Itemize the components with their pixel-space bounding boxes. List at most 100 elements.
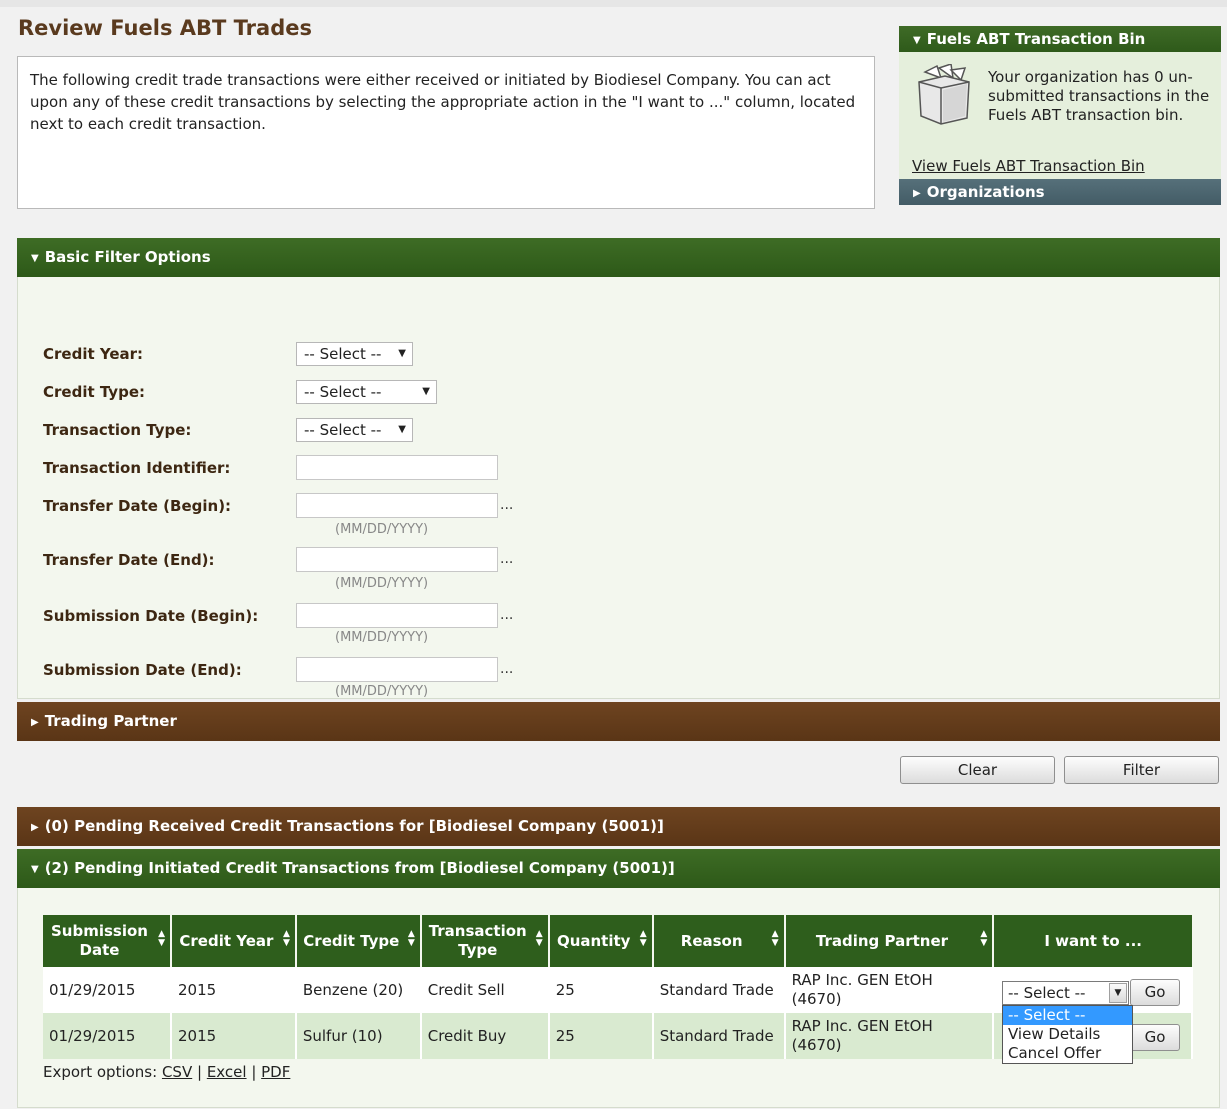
submission-date-begin-input[interactable] — [296, 603, 498, 628]
transaction-bin-header[interactable]: ▼ Fuels ABT Transaction Bin — [899, 26, 1221, 52]
transaction-type-label: Transaction Type: — [43, 421, 192, 439]
row-action-value: -- Select -- — [1008, 984, 1086, 1002]
submission-date-end-input[interactable] — [296, 657, 498, 682]
transfer-date-begin-input[interactable] — [296, 493, 498, 518]
filter-button[interactable]: Filter — [1064, 756, 1219, 784]
credit-year-select[interactable]: -- Select -- ▼ — [296, 342, 413, 366]
transaction-type-select[interactable]: -- Select -- ▼ — [296, 418, 413, 442]
transfer-date-end-picker[interactable]: ... — [500, 551, 513, 567]
go-button[interactable]: Go — [1130, 1024, 1180, 1051]
cell-submission-date: 01/29/2015 — [43, 1013, 172, 1059]
top-strip — [0, 0, 1227, 7]
credit-type-select[interactable]: -- Select -- ▼ — [296, 380, 437, 404]
basic-filter-section: ▼ Basic Filter Options Credit Year: -- Se… — [17, 238, 1220, 699]
triangle-down-icon: ▼ — [913, 35, 921, 46]
cell-transaction-type: Credit Buy — [420, 1013, 550, 1059]
sidebar: ▼ Fuels ABT Transaction Bin Your organiza… — [899, 26, 1221, 205]
initiated-transactions-title: (2) Pending Initiated Credit Transaction… — [44, 859, 675, 877]
submission-date-end-picker[interactable]: ... — [500, 661, 513, 677]
submission-date-begin-hint: (MM/DD/YYYY) — [335, 630, 429, 645]
sort-arrows-icon: ▲ ▼ — [535, 929, 543, 948]
sort-arrows-icon: ▲ ▼ — [980, 929, 988, 948]
cell-transaction-type: Credit Sell — [420, 967, 550, 1013]
transfer-date-end-input[interactable] — [296, 547, 498, 572]
column-header-quantity[interactable]: Quantity ▲ ▼ — [548, 915, 654, 967]
export-csv-link[interactable]: CSV — [162, 1063, 192, 1081]
organizations-header[interactable]: ▶ Organizations — [899, 179, 1221, 205]
column-header-submission-date[interactable]: Submission Date ▲ ▼ — [43, 915, 172, 967]
row-action-select[interactable]: -- Select -- ▼ — [1002, 981, 1129, 1005]
cell-reason: Standard Trade — [652, 1013, 786, 1059]
organizations-title: Organizations — [926, 183, 1045, 201]
chevron-down-icon: ▼ — [398, 424, 406, 435]
sort-arrows-icon: ▲ ▼ — [282, 929, 290, 948]
initiated-transactions-header[interactable]: ▼ (2) Pending Initiated Credit Transactio… — [17, 849, 1220, 888]
submission-date-end-hint: (MM/DD/YYYY) — [335, 684, 429, 699]
column-header-reason[interactable]: Reason ▲ ▼ — [652, 915, 786, 967]
cell-trading-partner: RAP Inc. GEN EtOH (4670) — [784, 1013, 995, 1059]
basic-filter-body: Credit Year: -- Select -- ▼ Credit Type:… — [17, 277, 1220, 699]
credit-year-label: Credit Year: — [43, 345, 144, 363]
submission-date-end-label: Submission Date (End): — [43, 661, 242, 679]
cell-submission-date: 01/29/2015 — [43, 967, 172, 1013]
sort-arrows-icon: ▲ ▼ — [771, 929, 779, 948]
option-select[interactable]: -- Select -- — [1003, 1006, 1132, 1025]
cell-credit-type: Benzene (20) — [295, 967, 422, 1013]
sort-arrows-icon: ▲ ▼ — [158, 929, 165, 948]
option-cancel-offer[interactable]: Cancel Offer — [1003, 1044, 1132, 1063]
credit-type-value: -- Select -- — [304, 383, 382, 401]
option-view-details[interactable]: View Details — [1003, 1025, 1132, 1044]
basic-filter-title: Basic Filter Options — [44, 248, 211, 266]
cell-quantity: 25 — [548, 967, 654, 1013]
clear-button[interactable]: Clear — [900, 756, 1055, 784]
row-action-options-list: -- Select -- View Details Cancel Offer — [1002, 1005, 1133, 1064]
received-transactions-title: (0) Pending Received Credit Transactions… — [44, 817, 664, 835]
submission-date-begin-label: Submission Date (Begin): — [43, 607, 259, 625]
column-header-trading-partner[interactable]: Trading Partner ▲ ▼ — [784, 915, 995, 967]
column-header-credit-type[interactable]: Credit Type ▲ ▼ — [295, 915, 422, 967]
credit-type-label: Credit Type: — [43, 383, 145, 401]
transaction-bin-message: Your organization has 0 un-submitted tra… — [988, 68, 1210, 124]
triangle-down-icon: ▼ — [31, 864, 39, 875]
chevron-down-icon: ▼ — [422, 386, 430, 397]
triangle-down-icon: ▼ — [31, 253, 39, 264]
cell-credit-type: Sulfur (10) — [295, 1013, 422, 1059]
submission-date-begin-picker[interactable]: ... — [500, 607, 513, 623]
column-header-credit-year[interactable]: Credit Year ▲ ▼ — [170, 915, 297, 967]
export-label: Export options: — [43, 1063, 158, 1081]
sort-arrows-icon: ▲ ▼ — [639, 929, 647, 948]
triangle-right-icon: ▶ — [913, 188, 921, 199]
triangle-right-icon: ▶ — [31, 822, 39, 833]
go-button[interactable]: Go — [1130, 979, 1180, 1006]
sort-arrows-icon: ▲ ▼ — [407, 929, 415, 948]
export-options: Export options: CSV | Excel | PDF — [43, 1063, 291, 1081]
received-transactions-header[interactable]: ▶ (0) Pending Received Credit Transaction… — [17, 807, 1220, 846]
transfer-date-begin-picker[interactable]: ... — [500, 497, 513, 513]
page-title: Review Fuels ABT Trades — [18, 16, 312, 40]
credit-year-value: -- Select -- — [304, 345, 382, 363]
cell-quantity: 25 — [548, 1013, 654, 1059]
cell-credit-year: 2015 — [170, 1013, 297, 1059]
trading-partner-title: Trading Partner — [44, 712, 177, 730]
transfer-date-begin-label: Transfer Date (Begin): — [43, 497, 232, 515]
cell-credit-year: 2015 — [170, 967, 297, 1013]
export-excel-link[interactable]: Excel — [207, 1063, 247, 1081]
export-pdf-link[interactable]: PDF — [261, 1063, 290, 1081]
column-header-transaction-type[interactable]: Transaction Type ▲ ▼ — [420, 915, 550, 967]
intro-text: The following credit trade transactions … — [30, 71, 856, 133]
cell-trading-partner: RAP Inc. GEN EtOH (4670) — [784, 967, 995, 1013]
view-transaction-bin-link[interactable]: View Fuels ABT Transaction Bin — [912, 157, 1145, 175]
trading-partner-header[interactable]: ▶ Trading Partner — [17, 702, 1220, 741]
transfer-date-begin-hint: (MM/DD/YYYY) — [335, 522, 429, 537]
transfer-date-end-label: Transfer Date (End): — [43, 551, 215, 569]
transaction-bin-icon — [918, 64, 970, 125]
transaction-bin-title: Fuels ABT Transaction Bin — [926, 30, 1146, 48]
basic-filter-header[interactable]: ▼ Basic Filter Options — [17, 238, 1220, 277]
column-header-i-want-to: I want to ... — [993, 915, 1192, 967]
table-header-row: Submission Date ▲ ▼ Credit Year ▲ ▼ Credit T… — [43, 915, 1192, 967]
intro-box: The following credit trade transactions … — [17, 56, 875, 209]
transaction-identifier-input[interactable] — [296, 455, 498, 480]
chevron-down-icon: ▼ — [1109, 983, 1127, 1003]
chevron-down-icon: ▼ — [398, 348, 406, 359]
transaction-type-value: -- Select -- — [304, 421, 382, 439]
